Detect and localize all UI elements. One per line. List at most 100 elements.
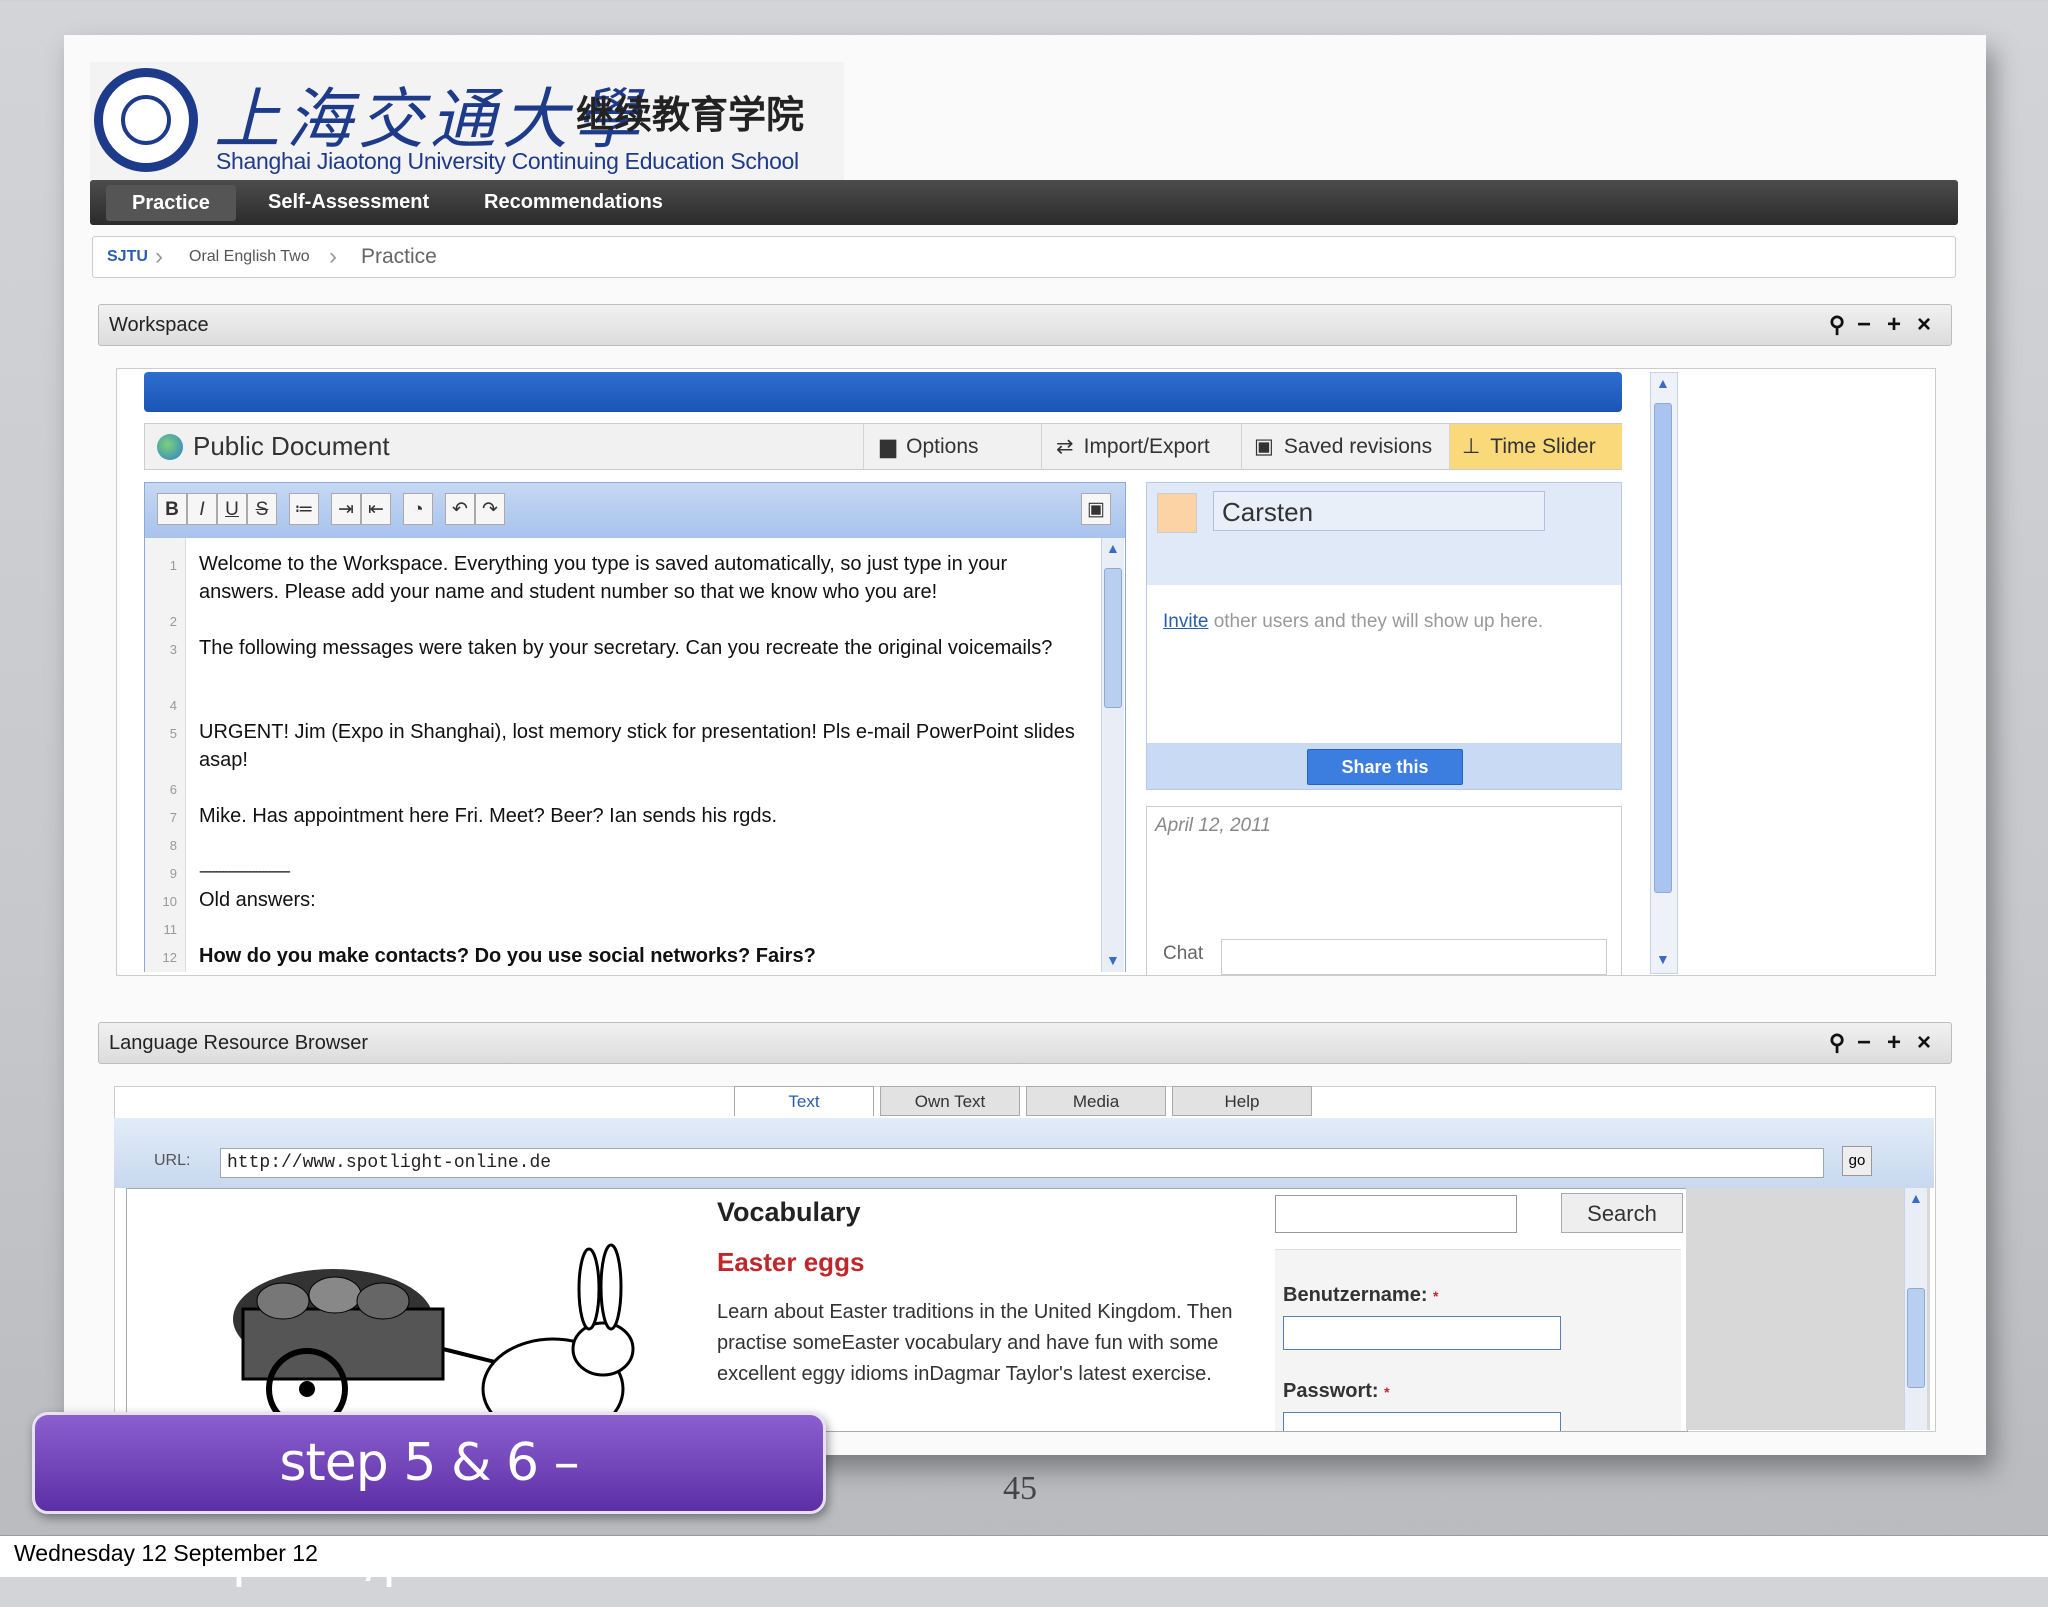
bullet-list-button[interactable]: ≔ <box>289 493 319 525</box>
document-title: Public Document <box>193 431 390 461</box>
editor-line: --------------------------- <box>199 863 291 880</box>
line-number: 8 <box>169 838 177 853</box>
login-box: Benutzername: * Passwort: * <box>1275 1249 1681 1431</box>
username-input[interactable] <box>1283 1316 1561 1350</box>
line-number: 12 <box>162 950 177 965</box>
chat-panel: April 12, 2011 Chat <box>1146 806 1622 976</box>
breadcrumb-course[interactable]: Oral English Two <box>189 237 310 277</box>
embedded-webpage: Vocabulary Easter eggs Learn about Easte… <box>126 1188 1688 1432</box>
saved-revisions-button[interactable]: ▣ Saved revisions <box>1241 424 1450 469</box>
editor-toolbar: B I U S ≔ ⇥ ⇤ ◔ ↶ ↷ ▣ <box>144 482 1126 540</box>
editor-scrollbar[interactable]: ▲ ▼ <box>1101 538 1124 972</box>
workspace-scrollbar[interactable]: ▲ ▼ <box>1650 372 1678 974</box>
document-editor[interactable]: 1 2 3 4 5 6 7 8 9 10 11 12 Welcome to th… <box>144 538 1126 972</box>
tab-text[interactable]: Text <box>734 1086 874 1116</box>
web-search-button[interactable]: Search <box>1561 1193 1683 1233</box>
logo-chinese-subtitle: 继续教育学院 <box>576 93 805 137</box>
outdent-button[interactable]: ⇤ <box>361 493 391 525</box>
nav-item-practice[interactable]: Practice <box>106 185 236 221</box>
italic-button[interactable]: I <box>187 493 217 525</box>
nav-item-recommendations[interactable]: Recommendations <box>458 180 689 225</box>
bold-button[interactable]: B <box>157 493 187 525</box>
editor-line: URGENT! Jim (Expo in Shanghai), lost mem… <box>199 721 1075 771</box>
swap-arrows-icon: ⇄ <box>1056 435 1074 458</box>
scroll-up-icon[interactable]: ▲ <box>1106 540 1120 556</box>
minimize-button[interactable]: − <box>1857 305 1871 345</box>
url-input[interactable]: http://www.spotlight-online.de <box>220 1148 1824 1178</box>
minimize-button[interactable]: − <box>1857 1023 1871 1063</box>
scrollbar-thumb[interactable] <box>1654 403 1672 893</box>
workspace-title: Workspace <box>109 314 209 336</box>
save-icon[interactable]: ▣ <box>1081 493 1111 525</box>
underline-button[interactable]: U <box>217 493 247 525</box>
password-label: Passwort: * <box>1283 1380 1390 1402</box>
line-number: 6 <box>169 782 177 797</box>
time-slider-button[interactable]: ⊥ Time Slider <box>1449 424 1622 469</box>
scroll-up-icon[interactable]: ▲ <box>1656 375 1670 391</box>
strikethrough-button[interactable]: S <box>247 493 277 525</box>
webpage-side-area: ▲ <box>1686 1188 1930 1430</box>
close-button[interactable]: × <box>1917 305 1931 345</box>
line-number: 5 <box>169 726 177 741</box>
document-header-bar <box>144 372 1622 412</box>
lrb-title: Language Resource Browser <box>109 1032 369 1054</box>
url-label: URL: <box>154 1152 191 1169</box>
chat-date: April 12, 2011 <box>1155 815 1271 836</box>
maximize-button[interactable]: + <box>1887 305 1901 345</box>
pin-icon[interactable]: ⚲ <box>1829 305 1845 345</box>
tab-own-text[interactable]: Own Text <box>880 1086 1020 1116</box>
pin-icon[interactable]: ⚲ <box>1829 1023 1845 1063</box>
undo-button[interactable]: ↶ <box>445 493 475 525</box>
user-color-swatch[interactable] <box>1157 493 1197 533</box>
scroll-down-icon[interactable]: ▼ <box>1106 952 1120 968</box>
url-bar: URL: http://www.spotlight-online.de go <box>114 1118 1934 1188</box>
close-button[interactable]: × <box>1917 1023 1931 1063</box>
line-number: 7 <box>169 810 177 825</box>
main-nav: Practice Self-Assessment Recommendations <box>90 180 1958 225</box>
vocabulary-heading: Vocabulary <box>717 1197 861 1227</box>
invite-link[interactable]: Invite <box>1163 611 1208 632</box>
nav-item-self-assessment[interactable]: Self-Assessment <box>242 180 455 225</box>
article-text: Learn about Easter traditions in the Uni… <box>717 1301 1233 1385</box>
chat-input[interactable] <box>1221 939 1607 975</box>
line-number: 10 <box>162 894 177 909</box>
slide-caption: step 5 & 6 – capture/personalise. <box>32 1412 826 1589</box>
editor-line: Old answers: <box>199 889 316 911</box>
document-icon: ▆ <box>880 435 897 458</box>
scroll-down-icon[interactable]: ▼ <box>1656 951 1670 967</box>
username-label: Benutzername: * <box>1283 1284 1439 1306</box>
save-icon: ▣ <box>1254 435 1274 458</box>
line-number-gutter: 1 2 3 4 5 6 7 8 9 10 11 12 <box>145 538 186 972</box>
line-number: 3 <box>169 642 177 657</box>
redo-button[interactable]: ↷ <box>475 493 505 525</box>
webpage-scrollbar[interactable]: ▲ <box>1904 1188 1927 1430</box>
breadcrumb: SJTU › Oral English Two › Practice <box>92 236 1956 278</box>
university-seal-icon <box>94 68 198 172</box>
school-logo: 上海交通大學 继续教育学院 Shanghai Jiaotong Universi… <box>90 62 844 180</box>
slide-page-number: 45 <box>1003 1470 1037 1507</box>
import-export-button[interactable]: ⇄ Import/Export <box>1041 424 1242 469</box>
options-button[interactable]: ▆ Options <box>863 424 1042 469</box>
editor-line: How do you make contacts? Do you use soc… <box>199 945 816 967</box>
web-search-input[interactable] <box>1275 1195 1517 1233</box>
tab-media[interactable]: Media <box>1026 1086 1166 1116</box>
article-title[interactable]: Easter eggs <box>717 1247 864 1278</box>
scrollbar-thumb[interactable] <box>1104 568 1122 708</box>
line-number: 4 <box>169 698 177 713</box>
tab-help[interactable]: Help <box>1172 1086 1312 1116</box>
indent-button[interactable]: ⇥ <box>331 493 361 525</box>
go-button[interactable]: go <box>1842 1146 1872 1176</box>
share-this-button[interactable]: Share this <box>1307 749 1463 785</box>
maximize-button[interactable]: + <box>1887 1023 1901 1063</box>
editor-line: Mike. Has appointment here Fri. Meet? Be… <box>199 805 778 827</box>
user-name-field[interactable]: Carsten <box>1213 491 1545 531</box>
easter-rabbit-cart-illustration <box>233 1243 635 1431</box>
color-button[interactable]: ◔ <box>403 493 433 525</box>
scroll-up-icon[interactable]: ▲ <box>1909 1190 1923 1206</box>
line-number: 2 <box>169 614 177 629</box>
invite-message: Invite other users and they will show up… <box>1163 611 1544 632</box>
breadcrumb-sjtu[interactable]: SJTU <box>107 237 148 277</box>
password-input[interactable] <box>1283 1412 1561 1431</box>
time-slider-icon: ⊥ <box>1462 435 1481 458</box>
scrollbar-thumb[interactable] <box>1907 1288 1925 1388</box>
